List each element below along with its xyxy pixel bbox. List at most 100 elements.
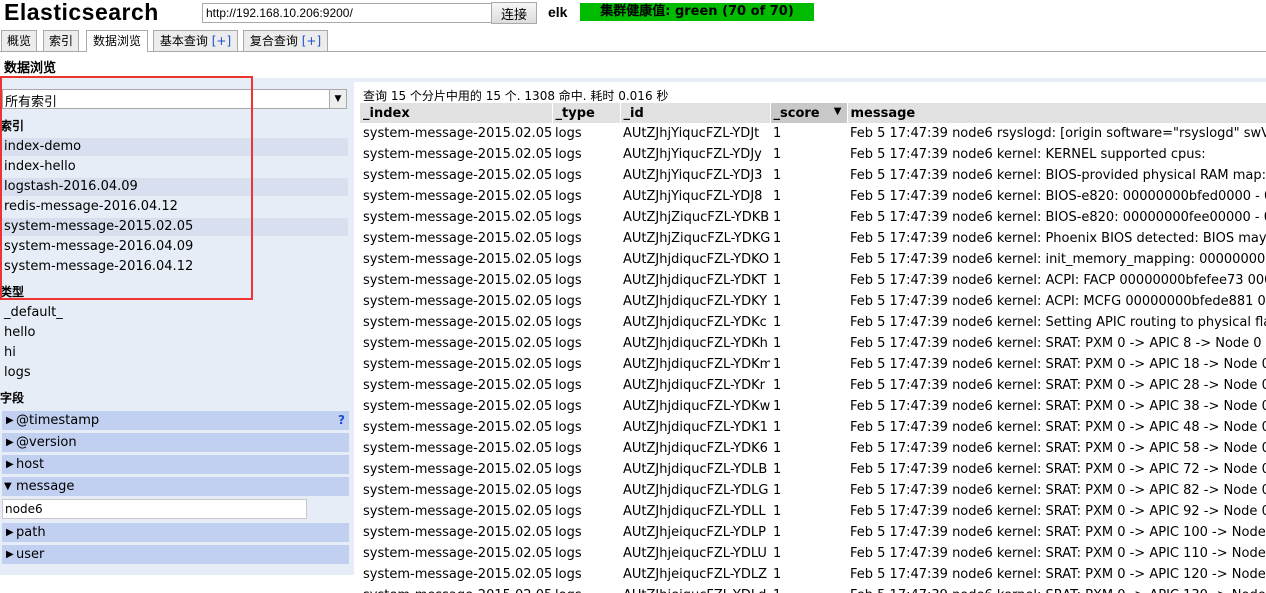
cell-score: 1 (773, 462, 782, 477)
table-row[interactable]: system-message-2015.02.05 logs AUtZJhjdiqu… (360, 375, 1266, 396)
cell-index: system-message-2015.02.05 (363, 147, 552, 162)
column-header-index[interactable]: _index (360, 103, 553, 123)
index-item[interactable]: index-hello (2, 158, 348, 176)
cell-score: 1 (773, 252, 782, 267)
table-row[interactable]: system-message-2015.02.05 logs AUtZJhjdiqu… (360, 249, 1266, 270)
column-header-message[interactable]: message (847, 103, 1266, 123)
connect-button[interactable]: 连接 (491, 2, 537, 24)
cell-message: Feb 5 17:47:39 node6 kernel: BIOS-e820: … (850, 210, 1266, 225)
field-item-path[interactable]: ▶ path (2, 523, 349, 542)
cell-id: AUtZJhjdiqucFZL-YDKc (623, 315, 767, 330)
caret-right-icon: ▶ (6, 415, 14, 426)
index-item[interactable]: index-demo (2, 138, 348, 156)
indices-label: 索引 (0, 119, 25, 133)
help-icon[interactable]: ? (338, 411, 345, 430)
table-row[interactable]: system-message-2015.02.05 logs AUtZJhjdiqu… (360, 417, 1266, 438)
table-row[interactable]: system-message-2015.02.05logsAUtZJhjeiqu… (360, 543, 1266, 564)
message-filter-input[interactable] (2, 499, 307, 519)
cell-type: logs (555, 147, 582, 162)
field-name: path (16, 525, 46, 540)
cell-id: AUtZJhjdiqucFZL-YDLB (623, 462, 768, 477)
tab-compound-query[interactable]: 复合查询 [+] (243, 30, 328, 51)
chevron-down-icon[interactable]: ▼ (329, 90, 346, 108)
header: Elasticsearch 连接 elk 集群健康值: green (70 of… (0, 0, 1266, 30)
table-row[interactable]: system-message-2015.02.05 logs AUtZJhjdiqu… (360, 480, 1266, 501)
cell-score: 1 (773, 315, 782, 330)
cluster-url-input[interactable] (202, 3, 492, 23)
field-name: user (16, 547, 45, 562)
table-row[interactable]: system-message-2015.02.05 logs AUtZJhjYiqu… (360, 165, 1266, 186)
table-row[interactable]: system-message-2015.02.05 logs AUtZJhjdiqu… (360, 312, 1266, 333)
table-row[interactable]: system-message-2015.02.05 logs AUtZJhjdiqu… (360, 333, 1266, 354)
cell-message: Feb 5 17:47:39 node6 kernel: SRAT: PXM 0… (850, 525, 1266, 540)
type-item[interactable]: hello (2, 324, 348, 342)
field-name: @version (16, 435, 77, 450)
cell-id: AUtZJhjdiqucFZL-YDKh (623, 336, 768, 351)
table-row[interactable]: system-message-2015.02.05 logs AUtZJhjdiqu… (360, 291, 1266, 312)
table-row[interactable]: system-message-2015.02.05logsAUtZJhjeiqu… (360, 585, 1266, 593)
index-item[interactable]: logstash-2016.04.09 (2, 178, 348, 196)
index-item[interactable]: system-message-2016.04.09 (2, 238, 348, 256)
column-header-score[interactable]: _score ▼ (770, 103, 848, 123)
table-row[interactable]: system-message-2015.02.05logsAUtZJhjeiqu… (360, 564, 1266, 585)
field-item-version[interactable]: ▶ @version (2, 433, 349, 452)
cell-message: Feb 5 17:47:39 node6 kernel: SRAT: PXM 0… (850, 336, 1262, 351)
type-item[interactable]: logs (2, 364, 348, 382)
cell-id: AUtZJhjZiqucFZL-YDKB (623, 210, 770, 225)
table-header-row: _index _type _id _score ▼ message (360, 103, 1266, 123)
tab-overview[interactable]: 概览 (1, 30, 37, 51)
cell-id: AUtZJhjeiqucFZL-YDLP (623, 525, 766, 540)
tab-browser[interactable]: 数据浏览 (86, 30, 148, 52)
cell-type: logs (555, 462, 582, 477)
tab-indices[interactable]: 索引 (43, 30, 79, 51)
cell-type: logs (555, 441, 582, 456)
column-header-id[interactable]: _id (620, 103, 771, 123)
index-item[interactable]: system-message-2016.04.12 (2, 258, 348, 276)
cell-message: Feb 5 17:47:39 node6 kernel: KERNEL supp… (850, 147, 1206, 162)
index-select[interactable]: 所有索引 ▼ (2, 89, 347, 110)
cell-message: Feb 5 17:47:39 node6 kernel: ACPI: FACP … (850, 273, 1266, 288)
table-row[interactable]: system-message-2015.02.05 logs AUtZJhjdiqu… (360, 501, 1266, 522)
filter-panel: 所有索引 ▼ 索引 index-demo index-hello logstas… (0, 82, 354, 575)
table-row[interactable]: system-message-2015.02.05 logs AUtZJhjdiqu… (360, 396, 1266, 417)
fields-label: 字段 (0, 391, 25, 405)
field-item-timestamp[interactable]: ▶ @timestamp ? (2, 411, 349, 430)
table-row[interactable]: system-message-2015.02.05 logs AUtZJhjYiqu… (360, 123, 1266, 144)
cell-type: logs (555, 525, 582, 540)
index-item[interactable]: redis-message-2016.04.12 (2, 198, 348, 216)
table-row[interactable]: system-message-2015.02.05 logs AUtZJhjdiqu… (360, 459, 1266, 480)
cell-score: 1 (773, 168, 782, 183)
cell-message: Feb 5 17:47:39 node6 kernel: init_memory… (850, 252, 1266, 267)
column-header-type[interactable]: _type (552, 103, 621, 123)
table-row[interactable]: system-message-2015.02.05 logs AUtZJhjZiqu… (360, 207, 1266, 228)
caret-down-icon: ▼ (4, 481, 12, 492)
table-row[interactable]: system-message-2015.02.05 logs AUtZJhjdiqu… (360, 438, 1266, 459)
index-item[interactable]: system-message-2015.02.05 (2, 218, 348, 236)
cell-index: system-message-2015.02.05 (363, 441, 552, 456)
field-item-message[interactable]: ▼ message (2, 477, 349, 496)
table-row[interactable]: system-message-2015.02.05logsAUtZJhjeiqu… (360, 522, 1266, 543)
table-row[interactable]: system-message-2015.02.05 logs AUtZJhjdiqu… (360, 354, 1266, 375)
field-item-host[interactable]: ▶ host (2, 455, 349, 474)
cell-id: AUtZJhjdiqucFZL-YDKr (623, 378, 765, 393)
cell-type: logs (555, 504, 582, 519)
table-row[interactable]: system-message-2015.02.05 logs AUtZJhjYiqu… (360, 186, 1266, 207)
table-row[interactable]: system-message-2015.02.05 logs AUtZJhjZiqu… (360, 228, 1266, 249)
tab-basic-query[interactable]: 基本查询 [+] (153, 30, 238, 51)
cell-type: logs (555, 189, 582, 204)
cell-index: system-message-2015.02.05 (363, 210, 552, 225)
field-name: message (16, 479, 75, 494)
table-row[interactable]: system-message-2015.02.05 logs AUtZJhjYiqu… (360, 144, 1266, 165)
type-item[interactable]: hi (2, 344, 348, 362)
cell-type: logs (555, 357, 582, 372)
cluster-health-badge: 集群健康值: green (70 of 70) (580, 3, 814, 21)
field-item-user[interactable]: ▶ user (2, 545, 349, 564)
table-row[interactable]: system-message-2015.02.05 logs AUtZJhjdiqu… (360, 270, 1266, 291)
cell-id: AUtZJhjdiqucFZL-YDKm (623, 357, 770, 372)
cell-type: logs (555, 273, 582, 288)
type-item[interactable]: _default_ (2, 304, 348, 322)
cell-type: logs (555, 420, 582, 435)
caret-right-icon: ▶ (6, 527, 14, 538)
cell-index: system-message-2015.02.05 (363, 231, 552, 246)
cell-id: AUtZJhjeiqucFZL-YDLU (623, 546, 767, 561)
